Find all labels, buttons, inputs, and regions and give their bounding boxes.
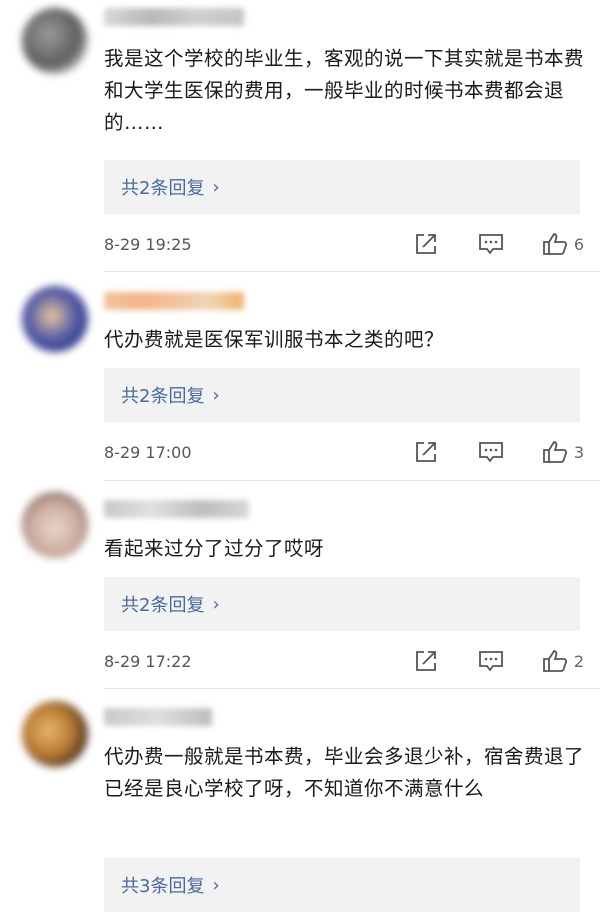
username-blurred[interactable] — [104, 708, 212, 726]
comment-button[interactable] — [478, 233, 504, 255]
action-bar: 3 — [414, 440, 584, 464]
thumbs-up-icon — [542, 650, 567, 672]
comment-icon — [478, 651, 503, 672]
chevron-right-icon: › — [212, 593, 220, 615]
chevron-right-icon: › — [212, 176, 220, 198]
like-button[interactable]: 2 — [542, 649, 584, 673]
reply-link-box[interactable]: 共3条回复 › — [104, 858, 580, 912]
share-icon — [415, 651, 436, 671]
comment-icon — [478, 442, 503, 463]
action-bar: 2 — [414, 649, 584, 673]
comment-text: 我是这个学校的毕业生，客观的说一下其实就是书本费和大学生医保的费用，一般毕业的时… — [104, 47, 585, 134]
avatar[interactable] — [22, 492, 88, 558]
share-icon — [415, 234, 436, 254]
reply-count-link[interactable]: 共2条回复 — [121, 591, 204, 617]
comment-icon — [478, 234, 503, 255]
share-button[interactable] — [414, 441, 438, 463]
action-bar: 6 — [414, 232, 584, 256]
like-count: 2 — [573, 651, 584, 671]
reply-count-link[interactable]: 共2条回复 — [121, 174, 204, 200]
reply-link-box[interactable]: 共2条回复 › — [104, 368, 580, 422]
reply-count-link[interactable]: 共2条回复 — [121, 382, 204, 408]
timestamp: 8-29 17:00 — [104, 442, 192, 462]
divider — [104, 480, 600, 481]
comment-text: 看起来过分了过分了哎呀 — [104, 537, 325, 560]
comment-text: 代办费一般就是书本费，毕业会多退少补，宿舍费退了已经是良心学校了呀，不知道你不满… — [104, 745, 585, 800]
like-count: 3 — [573, 442, 584, 462]
reply-count-link[interactable]: 共3条回复 — [121, 872, 204, 898]
timestamp: 8-29 19:25 — [104, 234, 192, 254]
like-button[interactable]: 6 — [542, 232, 584, 256]
reply-link-box[interactable]: 共2条回复 › — [104, 160, 580, 214]
chevron-right-icon: › — [212, 874, 220, 896]
reply-link-box[interactable]: 共2条回复 › — [104, 577, 580, 631]
meta-row: 8-29 19:25 6 — [104, 232, 584, 256]
comment-button[interactable] — [478, 441, 504, 463]
username-blurred[interactable] — [104, 292, 244, 310]
share-button[interactable] — [414, 233, 438, 255]
share-button[interactable] — [414, 650, 438, 672]
avatar[interactable] — [22, 8, 88, 74]
divider — [104, 271, 600, 272]
username-blurred[interactable] — [104, 500, 249, 518]
chevron-right-icon: › — [212, 384, 220, 406]
share-icon — [415, 442, 436, 462]
comment-text: 代办费就是医保军训服书本之类的吧？ — [104, 328, 445, 351]
meta-row: 8-29 17:00 3 — [104, 440, 584, 464]
meta-row: 8-29 17:22 2 — [104, 649, 584, 673]
comment-button[interactable] — [478, 650, 504, 672]
like-count: 6 — [573, 234, 584, 254]
timestamp: 8-29 17:22 — [104, 651, 192, 671]
thumbs-up-icon — [542, 441, 567, 463]
avatar[interactable] — [22, 701, 88, 767]
divider — [104, 688, 600, 689]
avatar[interactable] — [22, 286, 88, 352]
thumbs-up-icon — [542, 233, 567, 255]
username-blurred[interactable] — [104, 8, 244, 26]
like-button[interactable]: 3 — [542, 440, 584, 464]
